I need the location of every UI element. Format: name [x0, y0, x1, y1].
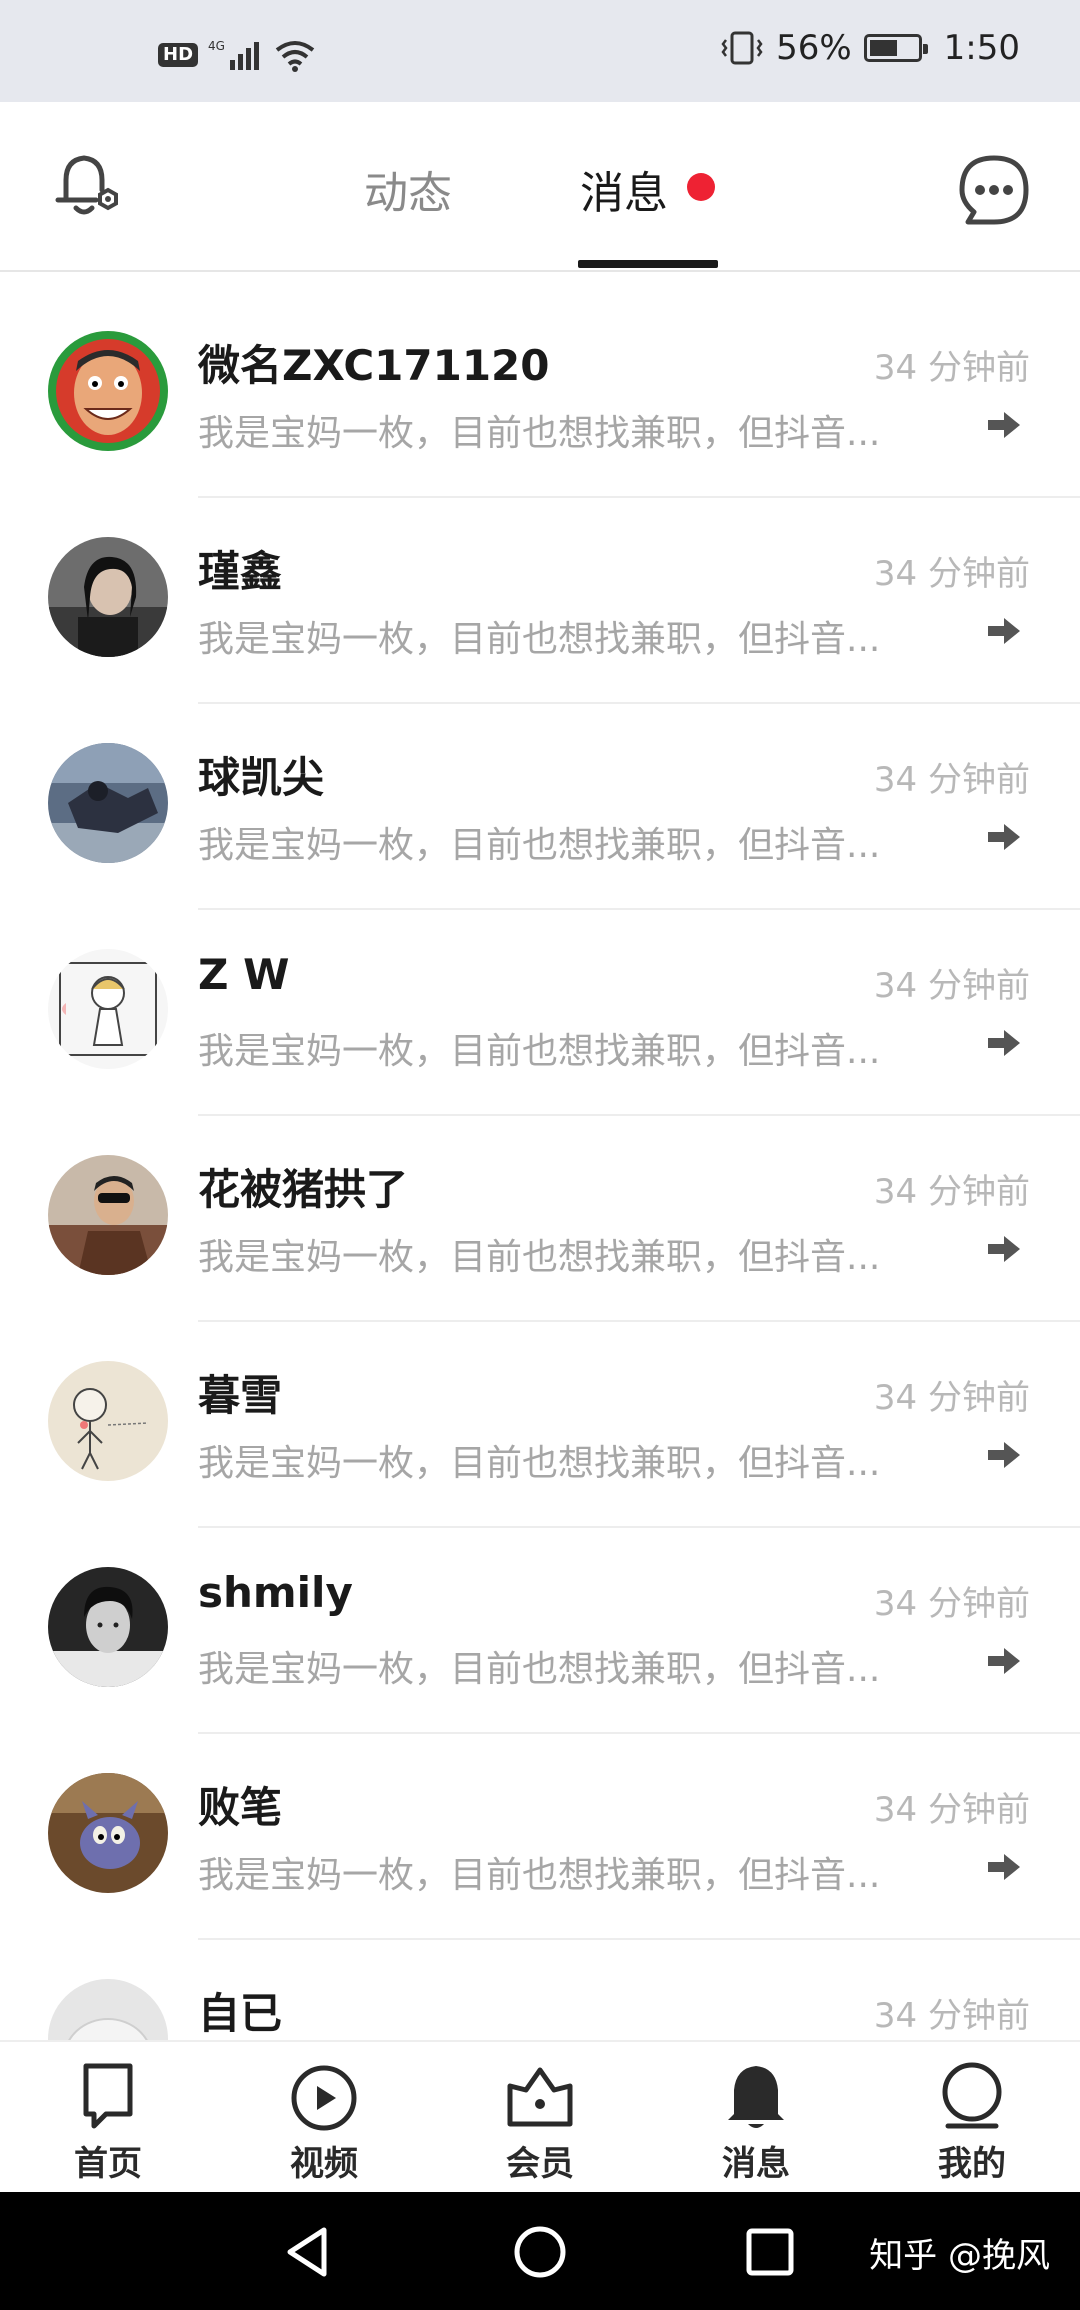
message-time: 34 分钟前	[873, 966, 1030, 1006]
home-icon[interactable]	[512, 2224, 568, 2280]
vibrate-icon	[721, 31, 763, 65]
contact-name: Z W	[198, 950, 290, 999]
contact-name: shmily	[198, 1568, 353, 1617]
message-time: 34 分钟前	[873, 1172, 1030, 1212]
avatar[interactable]	[48, 743, 168, 863]
bottom-tab-bar: 首页 视频 会员 消息 我的	[0, 2040, 1080, 2192]
contact-name: 暮雪	[198, 1371, 283, 1420]
tab-home[interactable]: 首页	[38, 2060, 178, 2185]
contact-name: 微名ZXC171120	[198, 341, 550, 390]
avatar[interactable]	[48, 1361, 168, 1481]
forward-arrow-icon[interactable]	[986, 410, 1022, 440]
network-type-label: 4G	[208, 39, 225, 53]
avatar[interactable]	[48, 331, 168, 451]
system-nav-bar: 知乎 @挽风	[0, 2192, 1080, 2310]
clock: 1:50	[943, 28, 1020, 68]
message-time: 34 分钟前	[873, 1790, 1030, 1830]
tab-label: 视频	[290, 2144, 358, 2184]
tab-dynamics[interactable]: 动态	[364, 157, 452, 221]
profile-circle-icon	[942, 2062, 1002, 2129]
avatar[interactable]	[48, 1155, 168, 1275]
wifi-icon	[275, 41, 315, 72]
unread-dot	[687, 173, 715, 201]
forward-arrow-icon[interactable]	[986, 1852, 1022, 1882]
message-item[interactable]: shmily 34 分钟前 我是宝妈一枚，目前也想找兼职，但抖音...	[0, 1528, 1080, 1734]
message-preview: 我是宝妈一枚，目前也想找兼职，但抖音...	[198, 619, 881, 660]
tab-label: 会员	[506, 2144, 574, 2184]
hd-badge: HD	[158, 43, 199, 67]
forward-arrow-icon[interactable]	[986, 1028, 1022, 1058]
crown-icon	[507, 2067, 573, 2127]
message-item[interactable]: 瑾鑫 34 分钟前 我是宝妈一枚，目前也想找兼职，但抖音...	[0, 498, 1080, 704]
bell-icon	[728, 2066, 784, 2128]
home-card-icon	[83, 2063, 133, 2129]
tab-profile[interactable]: 我的	[902, 2060, 1042, 2185]
message-time: 34 分钟前	[873, 1378, 1030, 1418]
forward-arrow-icon[interactable]	[986, 1234, 1022, 1264]
contact-name: 败笔	[198, 1783, 283, 1832]
avatar[interactable]	[48, 1567, 168, 1687]
status-right: 56% 1:50	[720, 28, 1020, 68]
forward-arrow-icon[interactable]	[986, 616, 1022, 646]
message-item[interactable]: Z W 34 分钟前 我是宝妈一枚，目前也想找兼职，但抖音...	[0, 910, 1080, 1116]
message-preview: 我是宝妈一枚，目前也想找兼职，但抖音...	[198, 1031, 881, 1072]
status-bar: HD 4G 56% 1:50	[0, 0, 1080, 102]
video-play-icon	[291, 2065, 357, 2131]
forward-arrow-icon[interactable]	[986, 1646, 1022, 1676]
forward-arrow-icon[interactable]	[986, 822, 1022, 852]
avatar[interactable]	[48, 537, 168, 657]
watermark: 知乎 @挽风	[869, 2236, 1050, 2276]
message-preview: 我是宝妈一枚，目前也想找兼职，但抖音...	[198, 1443, 881, 1484]
tab-membership[interactable]: 会员	[470, 2060, 610, 2185]
contact-name: 花被猪拱了	[198, 1165, 409, 1214]
battery-percent: 56%	[776, 28, 852, 68]
tab-label: 消息	[722, 2144, 790, 2184]
active-tab-indicator	[578, 260, 718, 268]
message-list: 微名ZXC171120 34 分钟前 我是宝妈一枚，目前也想找兼职，但抖音...…	[0, 292, 1080, 2040]
message-preview: 我是宝妈一枚，目前也想找兼职，但抖音...	[198, 1237, 881, 1278]
avatar[interactable]	[48, 1773, 168, 1893]
forward-arrow-icon[interactable]	[986, 1440, 1022, 1470]
tab-messages[interactable]: 消息	[580, 157, 668, 221]
message-preview: 我是宝妈一枚，目前也想找兼职，但抖音...	[198, 825, 881, 866]
tab-video[interactable]: 视频	[254, 2060, 394, 2185]
message-time: 34 分钟前	[873, 348, 1030, 388]
back-icon[interactable]	[280, 2224, 336, 2280]
avatar[interactable]	[48, 949, 168, 1069]
status-left: HD 4G	[158, 38, 316, 72]
message-item[interactable]: 球凯尖 34 分钟前 我是宝妈一枚，目前也想找兼职，但抖音...	[0, 704, 1080, 910]
message-item[interactable]: 败笔 34 分钟前 我是宝妈一枚，目前也想找兼职，但抖音...	[0, 1734, 1080, 1940]
message-time: 34 分钟前	[873, 1584, 1030, 1624]
tab-label: 首页	[74, 2144, 142, 2184]
contact-name: 球凯尖	[198, 753, 325, 802]
battery-icon	[863, 34, 928, 62]
message-item[interactable]: 花被猪拱了 34 分钟前 我是宝妈一枚，目前也想找兼职，但抖音...	[0, 1116, 1080, 1322]
message-item[interactable]: 自已 34 分钟前	[0, 1940, 1080, 2040]
message-item[interactable]: 暮雪 34 分钟前 我是宝妈一枚，目前也想找兼职，但抖音...	[0, 1322, 1080, 1528]
notification-settings-icon[interactable]	[46, 146, 126, 226]
contact-name: 瑾鑫	[198, 547, 283, 596]
message-time: 34 分钟前	[873, 760, 1030, 800]
message-item[interactable]: 微名ZXC171120 34 分钟前 我是宝妈一枚，目前也想找兼职，但抖音...	[0, 292, 1080, 498]
chat-bubble-icon[interactable]	[954, 150, 1034, 230]
avatar[interactable]	[48, 1979, 168, 2040]
tab-label: 我的	[938, 2144, 1006, 2184]
message-preview: 我是宝妈一枚，目前也想找兼职，但抖音...	[198, 413, 881, 454]
top-nav: 动态 消息	[0, 102, 1080, 272]
contact-name: 自已	[198, 1989, 283, 2038]
message-preview: 我是宝妈一枚，目前也想找兼职，但抖音...	[198, 1855, 881, 1896]
message-time: 34 分钟前	[873, 554, 1030, 594]
cellular-signal-icon: 4G	[208, 39, 260, 70]
message-time: 34 分钟前	[873, 1996, 1030, 2036]
tab-messages-bottom[interactable]: 消息	[686, 2060, 826, 2185]
message-preview: 我是宝妈一枚，目前也想找兼职，但抖音...	[198, 1649, 881, 1690]
recents-icon[interactable]	[742, 2224, 798, 2280]
